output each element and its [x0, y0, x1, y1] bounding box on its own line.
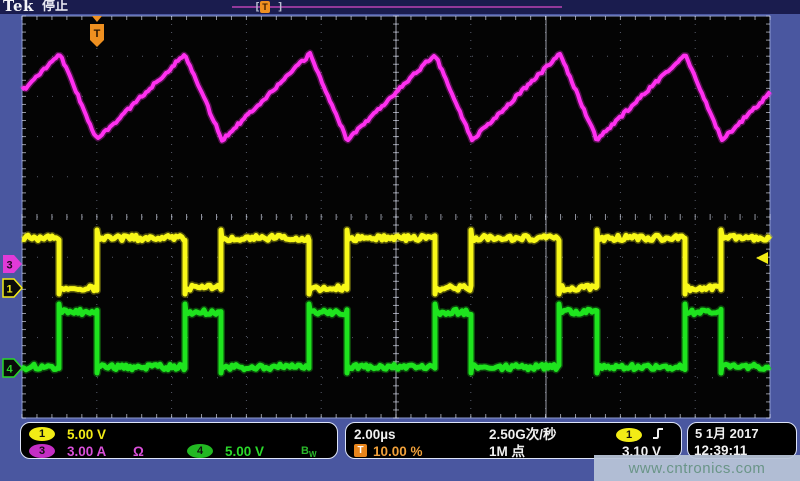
ch4-bandwidth-icon: BW [301, 444, 317, 462]
ch4-scale: 5.00 V [225, 444, 264, 459]
trigger-slope-rising-icon [650, 425, 666, 442]
acquisition-status: 停止 [42, 0, 68, 14]
horizontal-trigger-box: 2.00µs 2.50G次/秒 1 T 10.00 % 1M 点 3.10 V [345, 422, 682, 459]
ch4-badge[interactable]: 4 [187, 444, 213, 458]
tek-logo: Tek [3, 0, 34, 15]
watermark-panel: www.cntronics.com [594, 455, 800, 481]
date-label: 5 1月 2017 [695, 426, 759, 441]
top-status-bar: Tek 停止 [ T ] [0, 0, 800, 14]
sample-rate: 2.50G次/秒 [489, 427, 557, 442]
ch3-coupling: Ω [133, 444, 144, 459]
horizontal-scale[interactable]: 2.00µs [354, 427, 396, 442]
horizontal-position[interactable]: 10.00 % [373, 444, 423, 459]
watermark-text: www.cntronics.com [629, 460, 766, 477]
ch3-scale: 3.00 A [67, 444, 106, 459]
ch3-badge[interactable]: 3 [29, 444, 55, 458]
trigger-source-badge[interactable]: 1 [616, 428, 642, 442]
record-trigger-position-icon: T [260, 1, 270, 13]
ch1-scale: 5.00 V [67, 427, 106, 442]
svg-text:1: 1 [6, 284, 12, 296]
scope-display: T 3 1 4 [0, 0, 800, 420]
horizontal-position-icon: T [354, 444, 367, 457]
trigger-flag-letter: T [94, 28, 101, 40]
oscilloscope-ui: Tek 停止 [ T ] T 3 1 4 1 5 [0, 0, 800, 481]
svg-text:3: 3 [6, 260, 12, 272]
svg-text:4: 4 [6, 364, 13, 376]
record-length: 1M 点 [489, 444, 525, 459]
ch1-badge[interactable]: 1 [29, 427, 55, 441]
datetime-box[interactable]: 5 1月 2017 12:39:11 [687, 422, 797, 459]
zoom-window-close-bracket: ] [277, 0, 284, 13]
vertical-readouts-box: 1 5.00 V 3 3.00 A Ω 4 5.00 V BW [20, 422, 338, 459]
